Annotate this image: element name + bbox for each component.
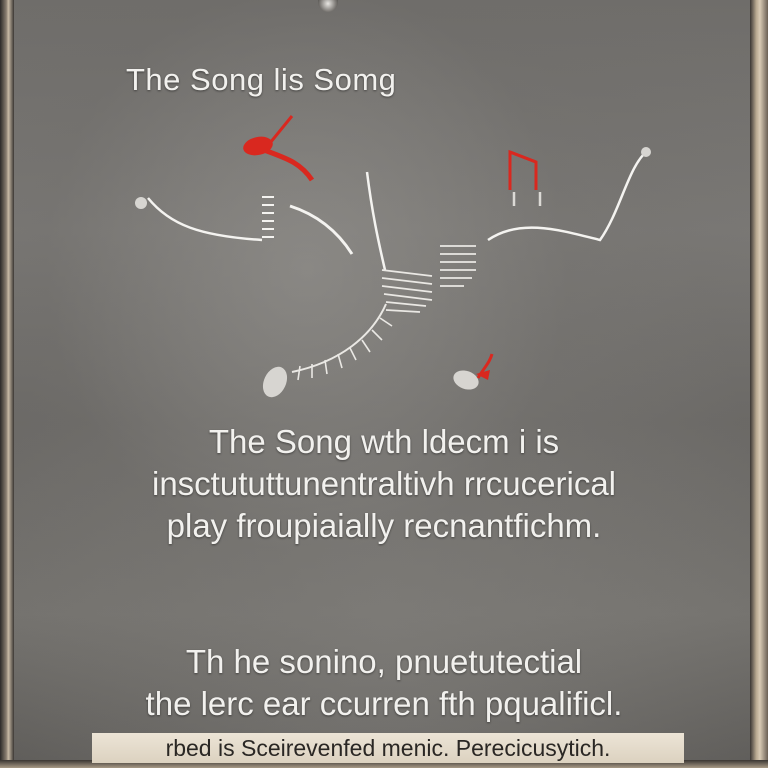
red-note-bottom-right: [453, 353, 494, 390]
bottom-curve-ticks: [297, 317, 393, 381]
center-staff-lines: [381, 269, 433, 313]
right-staff-lines: [440, 245, 476, 287]
center-diagonal-line: [289, 204, 354, 255]
footer-banner: rbed is Sceirevenfed menic. Perecicusyti…: [92, 733, 684, 763]
right-swoosh-line: [487, 151, 647, 242]
left-swoosh-dot: [135, 197, 147, 209]
paragraph-1-line-3: play froupiaially recnantfichm.: [166, 507, 602, 544]
left-swoosh-line: [147, 197, 263, 242]
right-swoosh-dot: [641, 147, 651, 157]
red-note-right: [508, 149, 538, 190]
bottom-left-note-head: [262, 366, 288, 398]
paragraph-2-line-1: Th he sonino, pnuetutectial: [185, 643, 583, 680]
paragraph-1-line-1: The Song wth ldecm i is: [208, 423, 560, 460]
paragraph-2: Th he sonino, pnuetutectial the lerc ear…: [0, 641, 768, 725]
red-note-left: [243, 115, 315, 182]
bottom-curve-line: [291, 303, 387, 373]
left-staff-lines: [262, 196, 274, 238]
paragraph-2-line-2: the lerc ear ccurren fth pqualificl.: [145, 685, 623, 722]
poster: The Song lis Somg The Song wth ldecm i i…: [0, 0, 768, 768]
center-vertical-line: [365, 171, 387, 271]
red-note-right-stems: [512, 192, 542, 206]
paragraph-1: The Song wth ldecm i is insctututtunentr…: [0, 421, 768, 547]
paragraph-1-line-2: insctututtunentraltivh rrcucerical: [151, 465, 617, 502]
